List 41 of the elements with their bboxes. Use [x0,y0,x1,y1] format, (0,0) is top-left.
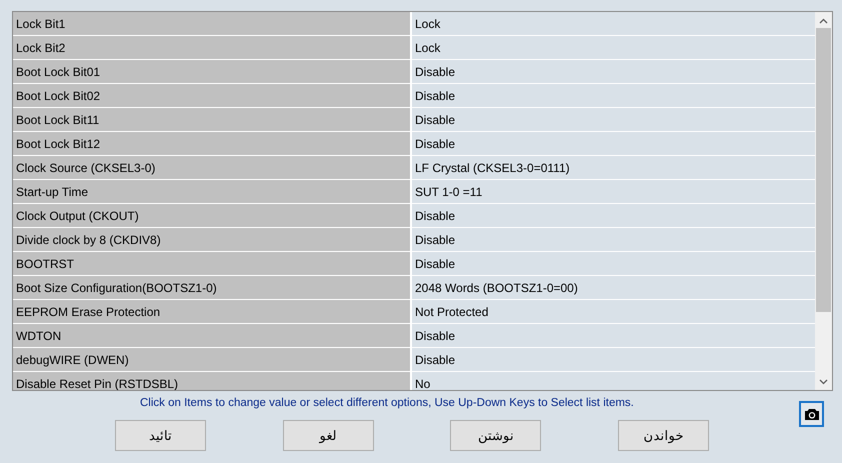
camera-icon [804,408,820,420]
setting-value[interactable]: Not Protected [412,300,815,323]
setting-value[interactable]: Disable [412,252,815,275]
setting-value[interactable]: 2048 Words (BOOTSZ1-0=00) [412,276,815,299]
setting-name[interactable]: Boot Lock Bit12 [13,132,410,155]
setting-value[interactable]: Disable [412,132,815,155]
setting-name[interactable]: BOOTRST [13,252,410,275]
action-button[interactable]: خواندن [618,420,709,451]
action-button[interactable]: تائید [115,420,206,451]
setting-value[interactable]: Disable [412,84,815,107]
setting-name[interactable]: Disable Reset Pin (RSTDSBL) [13,372,410,390]
setting-name[interactable]: Boot Lock Bit11 [13,108,410,131]
scrollbar-thumb[interactable] [816,28,831,312]
setting-name[interactable]: Boot Lock Bit02 [13,84,410,107]
setting-name[interactable]: EEPROM Erase Protection [13,300,410,323]
camera-button[interactable] [799,401,824,427]
setting-name[interactable]: Start-up Time [13,180,410,203]
setting-name[interactable]: debugWIRE (DWEN) [13,348,410,371]
setting-name[interactable]: WDTON [13,324,410,347]
setting-value[interactable]: SUT 1-0 =11 [412,180,815,203]
setting-name[interactable]: Boot Lock Bit01 [13,60,410,83]
setting-name[interactable]: Lock Bit2 [13,36,410,59]
action-button[interactable]: نوشتن [450,420,542,451]
setting-value[interactable]: LF Crystal (CKSEL3-0=0111) [412,156,815,179]
setting-name[interactable]: Clock Output (CKOUT) [13,204,410,227]
setting-name[interactable]: Divide clock by 8 (CKDIV8) [13,228,410,251]
setting-value[interactable]: Disable [412,348,815,371]
setting-value[interactable]: Lock [412,36,815,59]
setting-name[interactable]: Boot Size Configuration(BOOTSZ1-0) [13,276,410,299]
setting-value[interactable]: Disable [412,228,815,251]
hint-text: Click on Items to change value or select different options, Use Up-Down Keys to Select list items. [140,396,634,411]
setting-value[interactable]: No [412,372,815,390]
setting-value[interactable]: Disable [412,108,815,131]
action-button[interactable]: لغو [282,420,374,451]
setting-value[interactable]: Disable [412,204,815,227]
setting-value[interactable]: Disable [412,60,815,83]
setting-value[interactable]: Lock [412,12,815,35]
setting-name[interactable]: Clock Source (CKSEL3-0) [13,156,410,179]
setting-name[interactable]: Lock Bit1 [13,12,410,35]
setting-value[interactable]: Disable [412,324,815,347]
scrollbar[interactable] [815,12,832,390]
